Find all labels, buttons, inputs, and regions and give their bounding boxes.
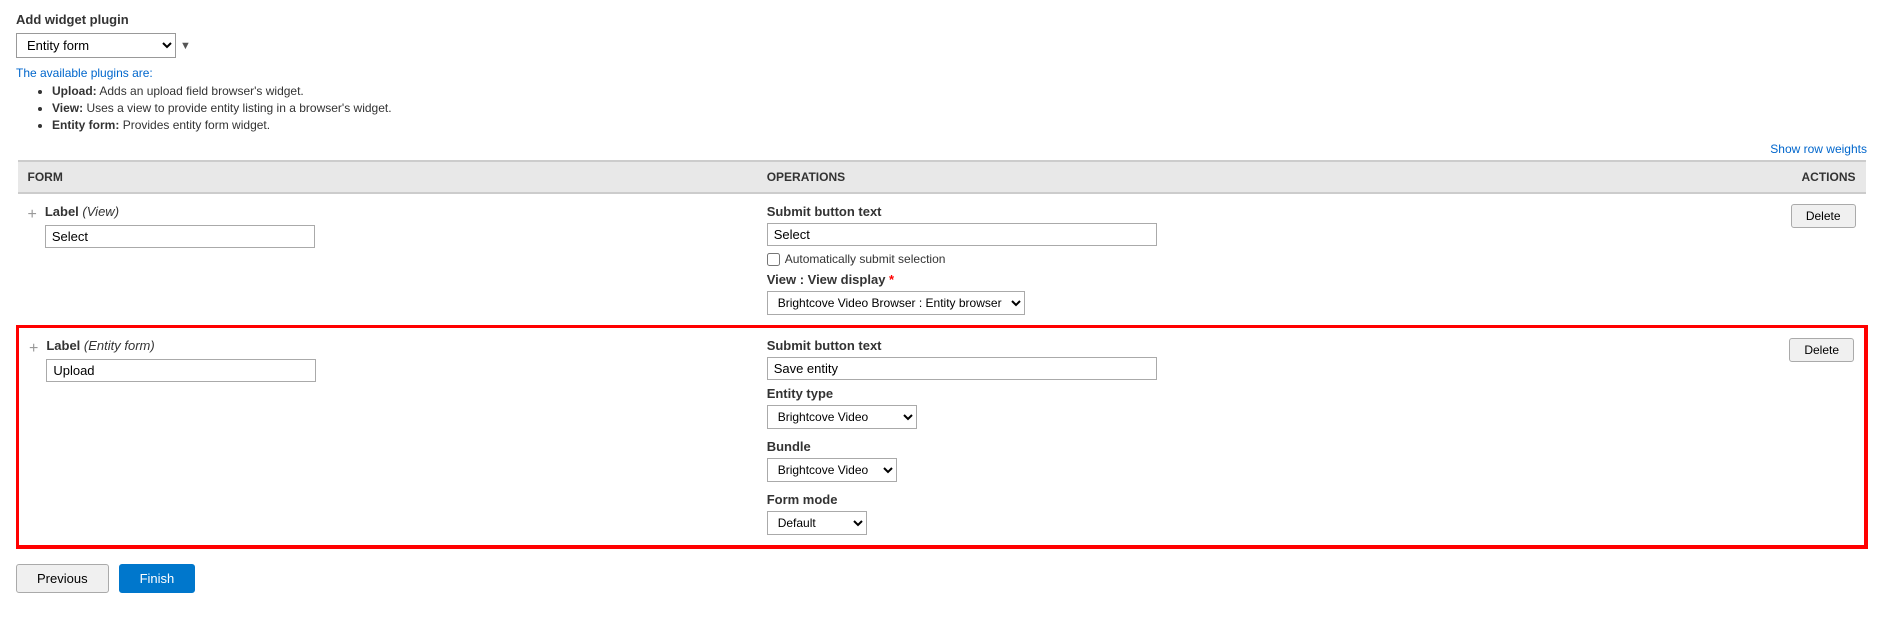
- drag-handle-1[interactable]: +: [28, 206, 37, 224]
- plugin-desc-upload: Adds an upload field browser's widget.: [99, 84, 303, 98]
- row1-label: Label (View): [45, 204, 315, 219]
- chevron-down-icon: ▼: [180, 40, 191, 52]
- actions-cell-1: Delete: [1588, 193, 1865, 327]
- header-actions: ACTIONS: [1588, 161, 1865, 193]
- form-cell-inner-2: + Label (Entity form): [29, 338, 747, 382]
- drag-handle-2[interactable]: +: [29, 340, 38, 358]
- row2-delete-button[interactable]: Delete: [1789, 338, 1854, 362]
- row2-entity-type-label: Entity type: [767, 386, 1579, 401]
- row2-label: Label (Entity form): [46, 338, 316, 353]
- main-table: FORM OPERATIONS ACTIONS + Label (View): [16, 160, 1867, 548]
- ops-cell-2: Submit button text Entity type Brightcov…: [757, 327, 1589, 547]
- plugin-desc-entity-form: Provides entity form widget.: [123, 118, 270, 132]
- row2-label-type: (Entity form): [84, 338, 155, 353]
- ops-cell-1: Submit button text Automatically submit …: [757, 193, 1589, 327]
- previous-button[interactable]: Previous: [16, 564, 109, 593]
- row2-form-mode-label: Form mode: [767, 492, 1579, 507]
- plugin-select-wrapper: Entity form ▼: [16, 33, 1867, 58]
- show-row-weights-container: Show row weights: [16, 142, 1867, 156]
- row1-view-display-label: View : View display *: [767, 272, 1579, 287]
- row1-view-display-select[interactable]: Brightcove Video Browser : Entity browse…: [767, 291, 1025, 315]
- footer-buttons: Previous Finish: [16, 564, 1867, 593]
- table-row-highlighted: + Label (Entity form) Submit button text…: [18, 327, 1866, 547]
- form-label-block-1: Label (View): [45, 204, 315, 248]
- row1-auto-submit-label: Automatically submit selection: [785, 252, 946, 266]
- table-head: FORM OPERATIONS ACTIONS: [18, 161, 1866, 193]
- table-row: + Label (View) Submit button text Automa…: [18, 193, 1866, 327]
- form-cell-1: + Label (View): [18, 193, 757, 327]
- row1-auto-submit-row: Automatically submit selection: [767, 252, 1579, 266]
- list-item: Entity form: Provides entity form widget…: [52, 118, 1867, 132]
- table-header-row: FORM OPERATIONS ACTIONS: [18, 161, 1866, 193]
- form-cell-2: + Label (Entity form): [18, 327, 757, 547]
- list-item: Upload: Adds an upload field browser's w…: [52, 84, 1867, 98]
- row2-bundle-label: Bundle: [767, 439, 1579, 454]
- plugin-list: Upload: Adds an upload field browser's w…: [16, 84, 1867, 132]
- add-widget-title: Add widget plugin: [16, 12, 1867, 27]
- actions-cell-2: Delete: [1588, 327, 1865, 547]
- add-widget-section: Add widget plugin Entity form ▼ The avai…: [16, 12, 1867, 132]
- plugin-select[interactable]: Entity form: [16, 33, 176, 58]
- available-plugins-label: The available plugins are:: [16, 66, 1867, 80]
- plugin-name-view: View:: [52, 101, 83, 115]
- table-body: + Label (View) Submit button text Automa…: [18, 193, 1866, 547]
- plugin-name-entity-form: Entity form:: [52, 118, 119, 132]
- row1-text-input[interactable]: [45, 225, 315, 248]
- row2-form-mode-select[interactable]: Default: [767, 511, 867, 535]
- row2-entity-type-select[interactable]: Brightcove Video: [767, 405, 917, 429]
- row1-label-type: (View): [82, 204, 119, 219]
- header-operations: OPERATIONS: [757, 161, 1589, 193]
- row2-bundle-select[interactable]: Brightcove Video: [767, 458, 897, 482]
- list-item: View: Uses a view to provide entity list…: [52, 101, 1867, 115]
- plugin-desc-view: Uses a view to provide entity listing in…: [86, 101, 391, 115]
- row1-delete-button[interactable]: Delete: [1791, 204, 1856, 228]
- required-star-1: *: [889, 272, 894, 287]
- plugin-name-upload: Upload:: [52, 84, 97, 98]
- form-cell-inner-1: + Label (View): [28, 204, 747, 248]
- form-label-block-2: Label (Entity form): [46, 338, 316, 382]
- row1-submit-label: Submit button text: [767, 204, 1579, 219]
- row2-submit-label: Submit button text: [767, 338, 1579, 353]
- show-row-weights-link[interactable]: Show row weights: [1770, 142, 1867, 156]
- row1-submit-input[interactable]: [767, 223, 1157, 246]
- finish-button[interactable]: Finish: [119, 564, 196, 593]
- row2-submit-input[interactable]: [767, 357, 1157, 380]
- row2-text-input[interactable]: [46, 359, 316, 382]
- main-table-wrapper: FORM OPERATIONS ACTIONS + Label (View): [16, 160, 1867, 548]
- row1-auto-submit-checkbox[interactable]: [767, 253, 780, 266]
- header-form: FORM: [18, 161, 757, 193]
